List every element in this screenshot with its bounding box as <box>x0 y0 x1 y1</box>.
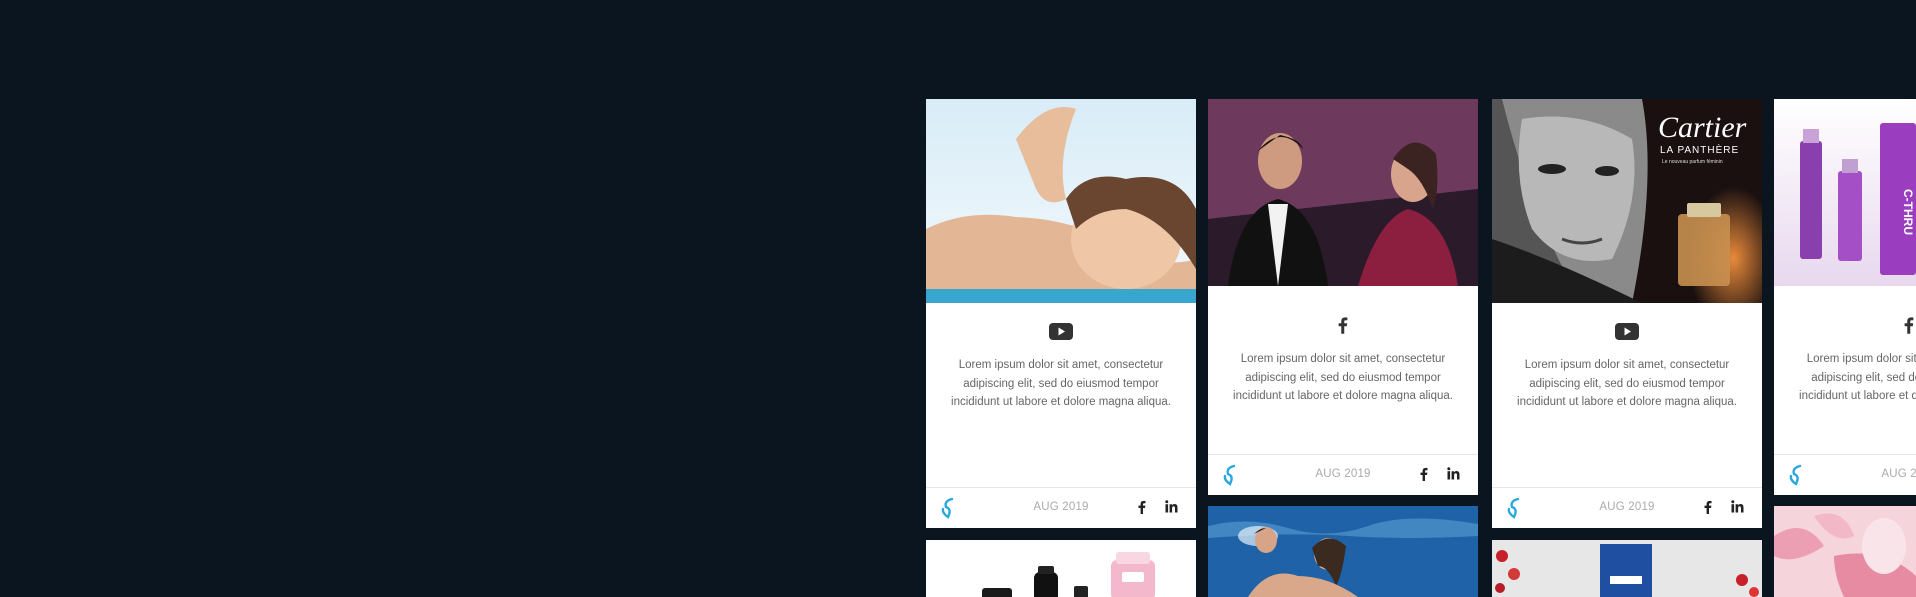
facebook-share-icon[interactable] <box>1420 467 1428 481</box>
post-footer: AUG 2019 <box>1208 454 1478 495</box>
post-date: AUG 2019 <box>1599 501 1655 513</box>
post-card[interactable] <box>1774 506 1916 597</box>
image-tagline: Le nouveau parfum féminin <box>1662 159 1723 165</box>
post-text: Lorem ipsum dolor sit amet, consectetur … <box>1517 359 1737 408</box>
post-card[interactable] <box>926 540 1196 597</box>
post-image <box>926 99 1196 303</box>
post-footer: AUG 2019 <box>1774 454 1916 495</box>
post-card[interactable]: Lorem ipsum dolor sit amet, consectetur … <box>926 99 1196 528</box>
post-text: Lorem ipsum dolor sit amet, consectetur … <box>1799 353 1916 402</box>
youtube-icon[interactable] <box>1615 323 1639 340</box>
post-image: C-THRU <box>1774 99 1916 286</box>
facebook-share-icon[interactable] <box>1138 500 1146 514</box>
post-image: Cartier LA PANTHÈRE Le nouveau parfum fé… <box>1492 99 1762 303</box>
linkedin-share-icon[interactable] <box>1731 500 1744 513</box>
post-card[interactable] <box>1208 506 1478 597</box>
post-body: Lorem ipsum dolor sit amet, consectetur … <box>1492 323 1762 412</box>
post-card[interactable]: C-THRU Lorem ipsum dolor sit amet, conse… <box>1774 99 1916 495</box>
post-image <box>1208 506 1478 597</box>
post-body: Lorem ipsum dolor sit amet, consectetur … <box>1208 316 1478 406</box>
facebook-share-icon[interactable] <box>1704 500 1712 514</box>
post-image <box>926 540 1196 597</box>
post-date: AUG 2019 <box>1315 468 1371 480</box>
facebook-icon[interactable] <box>1338 316 1348 334</box>
linkedin-share-icon[interactable] <box>1447 467 1460 480</box>
post-image <box>1774 506 1916 597</box>
image-caption: LA PANTHÈRE <box>1660 143 1739 156</box>
brand-wordmark: Cartier <box>1658 111 1747 144</box>
post-body: Lorem ipsum dolor sit amet, consectetur … <box>1774 316 1916 406</box>
post-date: AUG 2019 <box>1881 468 1916 480</box>
post-body: Lorem ipsum dolor sit amet, consectetur … <box>926 323 1196 412</box>
facebook-icon[interactable] <box>1904 316 1914 334</box>
image-brand-text: C-THRU <box>1901 189 1915 235</box>
post-card[interactable]: Cartier LA PANTHÈRE Le nouveau parfum fé… <box>1492 99 1762 528</box>
post-image <box>1208 99 1478 286</box>
post-footer: AUG 2019 <box>1492 487 1762 528</box>
post-text: Lorem ipsum dolor sit amet, consectetur … <box>1233 353 1453 402</box>
youtube-icon[interactable] <box>1049 323 1073 340</box>
post-text: Lorem ipsum dolor sit amet, consectetur … <box>951 359 1171 408</box>
post-card[interactable] <box>1492 540 1762 597</box>
linkedin-share-icon[interactable] <box>1165 500 1178 513</box>
post-image <box>1492 540 1762 597</box>
post-date: AUG 2019 <box>1033 501 1089 513</box>
post-footer: AUG 2019 <box>926 487 1196 528</box>
post-card[interactable]: Lorem ipsum dolor sit amet, consectetur … <box>1208 99 1478 495</box>
